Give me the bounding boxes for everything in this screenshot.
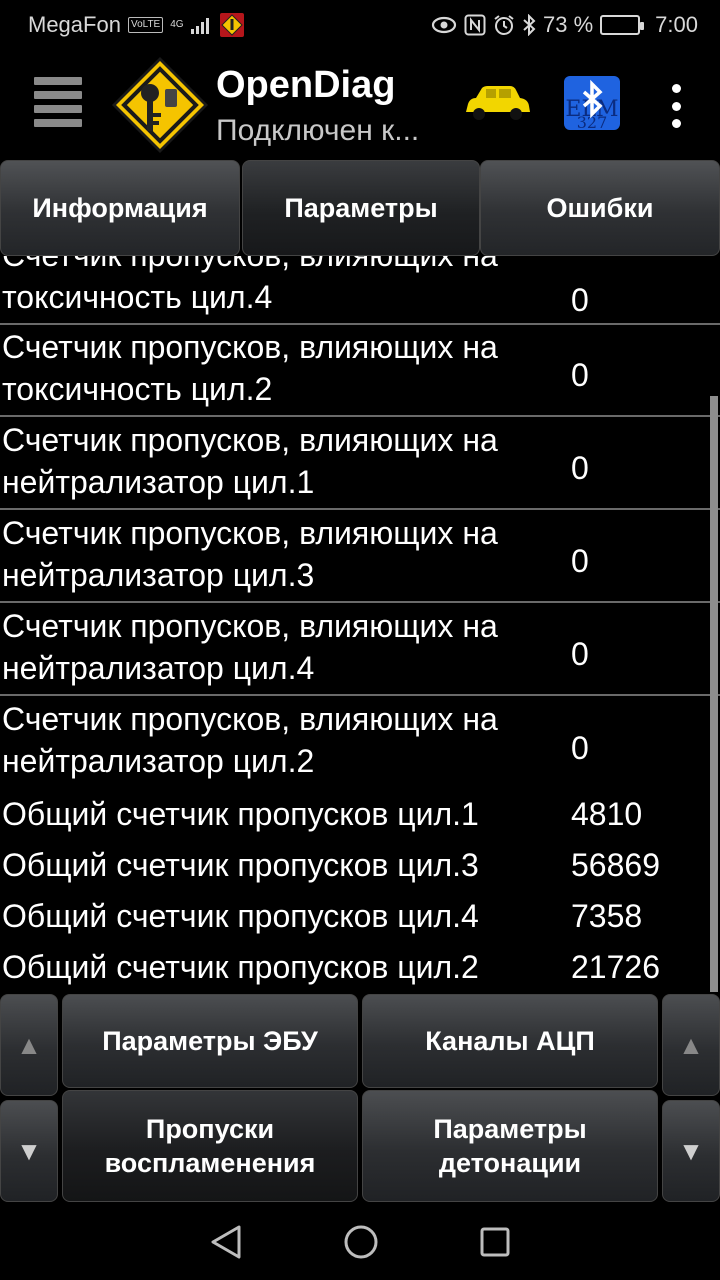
parameter-row[interactable]: Счетчик пропусков, влияющих на нейтрализ… xyxy=(0,696,720,789)
battery-icon xyxy=(600,15,645,35)
alarm-icon xyxy=(493,14,515,36)
recents-icon[interactable] xyxy=(479,1226,511,1258)
signal-icon xyxy=(190,16,213,34)
arrow-down-icon: ▼ xyxy=(678,1136,704,1166)
parameter-value: 7358 xyxy=(571,898,643,934)
parameter-value: 21726 xyxy=(571,949,660,985)
adc-channels-button[interactable]: Каналы АЦП xyxy=(362,994,658,1088)
parameter-row[interactable]: Счетчик пропусков, влияющих на нейтрализ… xyxy=(0,510,720,603)
parameter-row[interactable]: Общий счетчик пропусков цил.2 21726 xyxy=(0,942,720,992)
nfc-icon xyxy=(464,14,486,36)
status-right: 73 % 7:00 xyxy=(431,12,698,38)
arrow-up-icon: ▲ xyxy=(16,1030,42,1060)
parameter-value: 0 xyxy=(571,543,589,579)
parameter-row[interactable]: Счетчик пропусков, влияющих на нейтрализ… xyxy=(0,417,720,510)
menu-icon[interactable] xyxy=(34,77,82,127)
parameter-name: Счетчик пропусков, влияющих на нейтрализ… xyxy=(2,608,498,686)
parameter-name: Общий счетчик пропусков цил.3 xyxy=(2,847,479,883)
bluetooth-status-icon xyxy=(522,14,536,36)
arrow-up-icon: ▲ xyxy=(678,1030,704,1060)
bottom-panel: ▲ Параметры ЭБУ Каналы АЦП ▲ ▼ Пропуски … xyxy=(0,992,720,1204)
home-icon[interactable] xyxy=(343,1224,379,1260)
tab-errors[interactable]: Ошибки xyxy=(480,160,720,256)
parameter-row[interactable]: Счетчик пропусков, влияющих на токсичнос… xyxy=(0,324,720,417)
status-left: MegaFon VoLTE 4G xyxy=(28,12,244,38)
back-icon[interactable] xyxy=(209,1224,243,1260)
app-notification-icon xyxy=(219,13,244,37)
parameter-value: 0 xyxy=(571,357,589,393)
parameter-value: 4810 xyxy=(571,796,643,832)
tab-info[interactable]: Информация xyxy=(0,160,240,256)
app-logo-icon xyxy=(110,55,210,155)
scroll-up-right-button[interactable]: ▲ xyxy=(662,994,720,1096)
parameter-name: Общий счетчик пропусков цил.4 xyxy=(2,898,479,934)
scroll-down-right-button[interactable]: ▼ xyxy=(662,1100,720,1202)
overflow-menu-icon[interactable] xyxy=(666,84,686,128)
parameter-name: Счетчик пропусков, влияющих на нейтрализ… xyxy=(2,515,498,593)
clock: 7:00 xyxy=(655,12,698,37)
carrier-name: MegaFon xyxy=(28,12,121,37)
tab-bar: Информация Параметры Ошибки xyxy=(0,160,720,256)
battery-percent: 73 % xyxy=(543,12,594,37)
volte-badge: VoLTE xyxy=(127,17,164,33)
ecu-params-button[interactable]: Параметры ЭБУ xyxy=(62,994,358,1088)
eye-icon xyxy=(431,16,457,34)
parameter-row[interactable]: Общий счетчик пропусков цил.3 56869 xyxy=(0,840,720,891)
parameter-row[interactable]: Счетчик пропусков, влияющих на нейтрализ… xyxy=(0,603,720,696)
knock-params-button[interactable]: Параметры детонации xyxy=(362,1090,658,1202)
parameter-name: Счетчик пропусков, влияющих на токсичнос… xyxy=(2,329,498,407)
scroll-down-button[interactable]: ▼ xyxy=(0,1100,58,1202)
navigation-bar xyxy=(0,1204,720,1280)
parameter-value: 0 xyxy=(571,450,589,486)
status-bar: MegaFon VoLTE 4G 73 % 7:00 xyxy=(0,0,720,50)
app-title: OpenDiag xyxy=(216,64,396,106)
parameter-value: 0 xyxy=(571,282,589,318)
parameter-name: Общий счетчик пропусков цил.1 xyxy=(2,796,479,832)
parameter-name: Счетчик пропусков, влияющих на токсичнос… xyxy=(2,256,498,315)
parameter-value: 0 xyxy=(571,730,589,766)
parameter-name: Общий счетчик пропусков цил.2 xyxy=(2,949,479,985)
parameter-row[interactable]: Общий счетчик пропусков цил.1 4810 xyxy=(0,789,720,840)
parameter-value: 0 xyxy=(571,636,589,672)
list-scrollbar[interactable] xyxy=(710,396,718,992)
parameter-row[interactable]: Общий счетчик пропусков цил.4 7358 xyxy=(0,891,720,942)
parameter-value: 56869 xyxy=(571,847,660,883)
tab-parameters[interactable]: Параметры xyxy=(242,160,480,256)
car-icon[interactable] xyxy=(462,84,532,124)
parameter-list[interactable]: Счетчик пропусков, влияющих на токсичнос… xyxy=(0,256,720,992)
arrow-down-icon: ▼ xyxy=(16,1136,42,1166)
parameter-name: Счетчик пропусков, влияющих на нейтрализ… xyxy=(2,422,498,500)
parameter-name: Счетчик пропусков, влияющих на нейтрализ… xyxy=(2,701,498,779)
misfires-button[interactable]: Пропуски воспламенения xyxy=(62,1090,358,1202)
app-bar: OpenDiag Подключен к... ELM 327 xyxy=(0,50,720,160)
bluetooth-icon[interactable]: ELM 327 xyxy=(564,76,620,132)
network-type: 4G xyxy=(170,19,184,30)
parameter-row[interactable]: Счетчик пропусков, влияющих на токсичнос… xyxy=(0,256,720,325)
scroll-up-button[interactable]: ▲ xyxy=(0,994,58,1096)
connection-status: Подключен к... xyxy=(216,114,420,147)
